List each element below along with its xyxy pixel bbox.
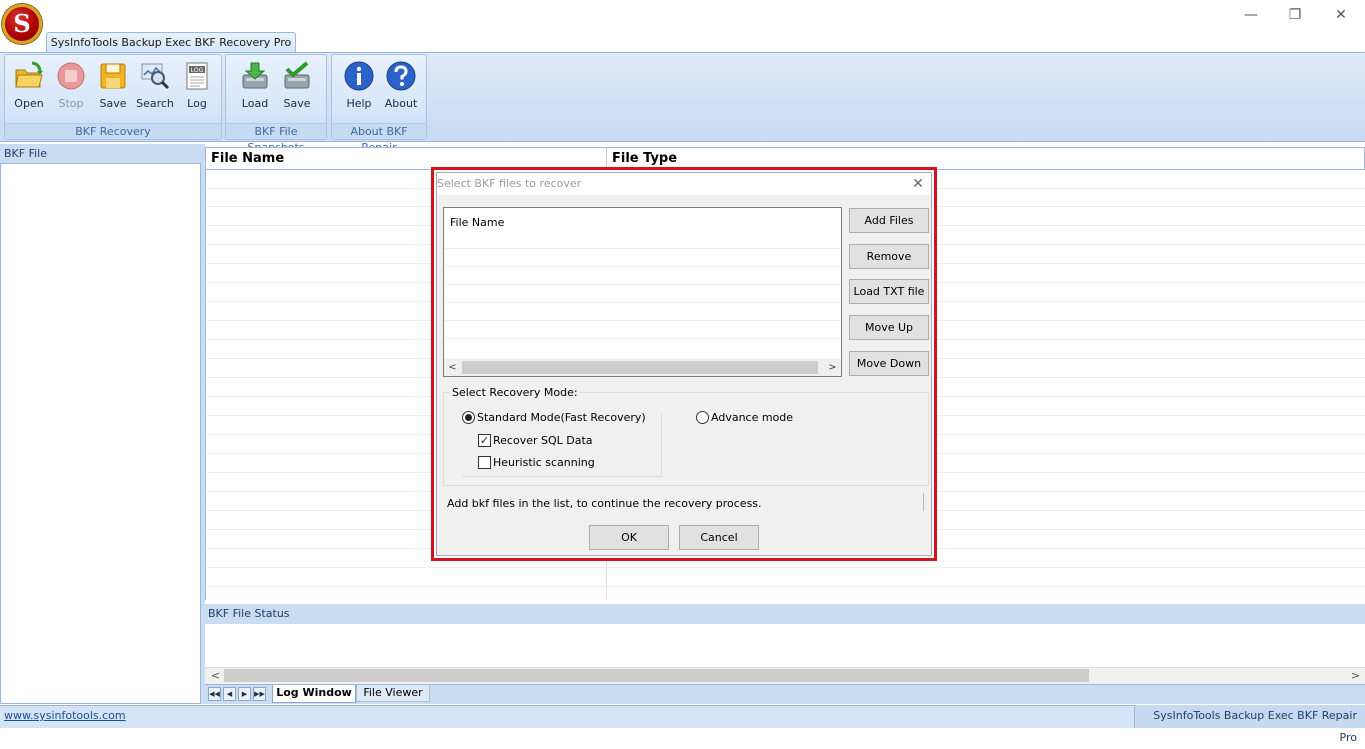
move-down-button[interactable]: Move Down bbox=[849, 351, 929, 376]
group-label-snapshots: BKF File Snapshots bbox=[226, 123, 326, 154]
about-button[interactable]: About bbox=[382, 59, 420, 113]
dialog-close-icon[interactable]: ✕ bbox=[909, 175, 927, 193]
next-tab-icon[interactable]: ▶ bbox=[238, 687, 251, 701]
app-logo[interactable]: S bbox=[2, 4, 42, 44]
save-button[interactable]: Save bbox=[94, 59, 132, 113]
minimize-button[interactable]: — bbox=[1228, 4, 1274, 26]
log-scroll-thumb[interactable] bbox=[224, 669, 1089, 682]
last-tab-icon[interactable]: ▶▶ bbox=[253, 687, 266, 701]
add-files-button[interactable]: Add Files bbox=[849, 208, 929, 233]
ok-button[interactable]: OK bbox=[589, 525, 669, 550]
advance-mode-label[interactable]: Advance mode bbox=[711, 411, 793, 424]
dialog-scroll-left-icon[interactable]: < bbox=[444, 359, 461, 376]
list-line bbox=[445, 320, 840, 321]
website-link[interactable]: www.sysinfotools.com bbox=[4, 709, 126, 722]
close-button[interactable]: ✕ bbox=[1318, 4, 1364, 26]
list-line bbox=[445, 338, 840, 339]
dialog-list-scrollbar[interactable]: < > bbox=[444, 359, 841, 376]
dialog-body: Select BKF files to recover ✕ File Name … bbox=[436, 172, 932, 556]
bkf-file-panel-header: BKF File bbox=[0, 144, 201, 164]
scroll-right-arrow-icon[interactable]: > bbox=[1347, 667, 1364, 684]
group-label-bkf-recovery: BKF Recovery bbox=[5, 123, 221, 139]
search-icon bbox=[141, 63, 170, 90]
recovery-mode-legend: Select Recovery Mode: bbox=[450, 386, 580, 399]
tab-file-viewer[interactable]: File Viewer bbox=[356, 685, 430, 702]
bkf-file-status-header: BKF File Status bbox=[205, 604, 1365, 624]
question-icon bbox=[386, 61, 416, 91]
info-icon bbox=[344, 61, 374, 91]
grid-line bbox=[207, 586, 1365, 587]
remove-button[interactable]: Remove bbox=[849, 244, 929, 269]
dialog-title: Select BKF files to recover bbox=[437, 177, 582, 190]
select-bkf-dialog: Select BKF files to recover ✕ File Name … bbox=[431, 167, 937, 561]
recovery-mode-group: Select Recovery Mode: Standard Mode(Fast… bbox=[443, 386, 929, 486]
heuristic-scanning-label[interactable]: Heuristic scanning bbox=[493, 456, 595, 469]
open-folder-icon bbox=[15, 61, 43, 88]
cancel-button[interactable]: Cancel bbox=[679, 525, 759, 550]
standard-mode-radio[interactable] bbox=[462, 411, 475, 424]
product-name-label: SysInfoTools Backup Exec BKF Repair Pro bbox=[1134, 705, 1365, 744]
dialog-scroll-right-icon[interactable]: > bbox=[824, 359, 841, 376]
load-snapshot-button[interactable]: Load bbox=[236, 59, 274, 113]
save-check-icon bbox=[284, 61, 310, 89]
advance-mode-radio[interactable] bbox=[696, 411, 709, 424]
save-snapshot-button[interactable]: Save bbox=[278, 59, 316, 113]
list-line bbox=[445, 248, 840, 249]
group-about: Help About About BKF Repair bbox=[331, 54, 427, 154]
scroll-left-arrow-icon[interactable]: < bbox=[207, 667, 224, 684]
dialog-file-name-column: File Name bbox=[450, 216, 505, 229]
list-line bbox=[445, 266, 840, 267]
standard-mode-label[interactable]: Standard Mode(Fast Recovery) bbox=[477, 411, 646, 424]
help-button[interactable]: Help bbox=[340, 59, 378, 113]
info-separator bbox=[923, 493, 924, 511]
list-line bbox=[445, 284, 840, 285]
dialog-scroll-thumb[interactable] bbox=[462, 361, 818, 374]
floppy-disk-icon bbox=[100, 63, 126, 89]
recover-sql-checkbox[interactable]: ✓ bbox=[478, 434, 491, 447]
move-up-button[interactable]: Move Up bbox=[849, 315, 929, 340]
prev-tab-icon[interactable]: ◀ bbox=[223, 687, 236, 701]
search-button[interactable]: Search bbox=[136, 59, 174, 113]
restore-button[interactable]: ❐ bbox=[1272, 4, 1318, 26]
stop-icon bbox=[57, 62, 85, 90]
svg-text:LOG: LOG bbox=[191, 67, 204, 74]
load-txt-file-button[interactable]: Load TXT file bbox=[849, 279, 929, 304]
bkf-file-tree[interactable] bbox=[0, 164, 201, 704]
heuristic-scanning-checkbox[interactable] bbox=[478, 456, 491, 469]
group-label-about: About BKF Repair bbox=[332, 123, 426, 154]
dialog-file-list[interactable]: File Name < > bbox=[443, 207, 842, 377]
recover-sql-label[interactable]: Recover SQL Data bbox=[493, 434, 593, 447]
stop-button[interactable]: Stop bbox=[52, 59, 90, 113]
list-line bbox=[445, 302, 840, 303]
app-title-tab[interactable]: SysInfoTools Backup Exec BKF Recovery Pr… bbox=[46, 32, 296, 53]
dialog-title-bar: Select BKF files to recover ✕ bbox=[437, 173, 931, 195]
open-button[interactable]: Open bbox=[10, 59, 48, 113]
dialog-info-message: Add bkf files in the list, to continue t… bbox=[447, 497, 762, 510]
load-icon bbox=[242, 62, 268, 89]
first-tab-icon[interactable]: ◀◀ bbox=[208, 687, 221, 701]
log-button[interactable]: LOG Log bbox=[178, 59, 216, 113]
tab-log-window[interactable]: Log Window bbox=[272, 685, 356, 703]
bkf-file-status-log[interactable] bbox=[205, 624, 1365, 668]
log-icon: LOG bbox=[186, 62, 208, 90]
grid-line bbox=[207, 567, 1365, 568]
group-bkf-recovery: Open Stop Save Search LOG Log BKF Recove… bbox=[4, 54, 222, 140]
group-bkf-snapshots: Load Save BKF File Snapshots bbox=[225, 54, 327, 154]
